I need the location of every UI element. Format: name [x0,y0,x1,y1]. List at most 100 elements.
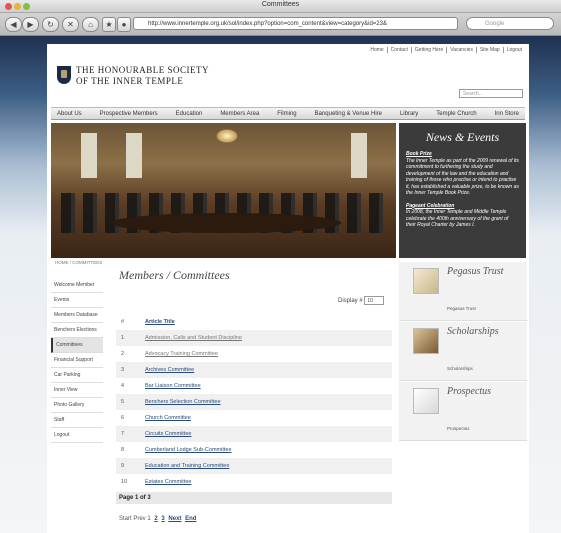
pegasus-trust-thumbnail [413,268,439,294]
nav-inn-store[interactable]: Inn Store [495,108,519,119]
top-link-contact[interactable]: Contact [386,47,411,53]
row-title-link[interactable]: Education and Training Committee [145,463,229,469]
sidebar-item-logout[interactable]: Logout [51,428,103,443]
table-row: 8 Cumberland Lodge Sub-Committee [116,442,392,458]
breadcrumb[interactable]: HOME / COMMITTEES [55,260,102,265]
display-label: Display # [338,298,363,305]
pager-start: Start [119,516,132,522]
address-bar[interactable]: http://www.innertemple.org.uk/sol/index.… [133,17,458,30]
row-number: 1 [121,335,125,341]
nav-education[interactable]: Education [176,108,203,119]
top-link-site-map[interactable]: Site Map [475,47,503,53]
top-links: Home Contact Getting Here Vacancies Site Map… [367,47,525,53]
sidebar-item-photo-gallery[interactable]: Photo Gallery [51,398,103,413]
back-button[interactable]: ◀ [5,17,22,32]
sidebar-item-inner-view[interactable]: Inner View [51,383,103,398]
window-title: Committees [261,1,300,8]
hero-window [81,133,97,178]
browser-toolbar: ◀ ▶ ↻ ✕ ⌂ ★ ● http://www.innertemple.org… [0,13,561,36]
sidebar-item-staff[interactable]: Staff [51,413,103,428]
row-number: 3 [121,367,125,373]
row-number: 4 [121,383,125,389]
promo-title: Prospectus [447,386,492,397]
promo-prospectus[interactable]: Prospectus Prospectus [399,382,527,441]
hero-window [126,133,142,178]
promo-caption: Scholarships [447,366,473,371]
scholarships-thumbnail [413,328,439,354]
promo-caption: Prospectus [447,426,470,431]
row-title-link[interactable]: Estates Committee [145,479,191,485]
bookmark-icon[interactable]: ★ [102,17,116,32]
sidebar-item-events[interactable]: Events [51,293,103,308]
sidebar-item-committees[interactable]: Committees [51,338,103,353]
table-row: 10 Estates Committee [116,474,392,490]
window-titlebar: Committees [0,0,561,13]
row-title-link[interactable]: Advocacy Training Committee [145,351,218,357]
table-row: 6 Church Committee [116,410,392,426]
row-title-link[interactable]: Cumberland Lodge Sub-Committee [145,447,232,453]
table-row: 7 Circuits Committee [116,426,392,442]
forward-button[interactable]: ▶ [22,17,39,32]
hero-chandelier [216,129,238,143]
prospectus-thumbnail [413,388,439,414]
sidebar-item-car-parking[interactable]: Car Parking [51,368,103,383]
browser-search-field[interactable]: Google [466,17,554,30]
table-row: 5 Benchers Selection Committee [116,394,392,410]
reload-button[interactable]: ↻ [42,17,59,32]
table-row: 9 Education and Training Committee [116,458,392,474]
sidebar-item-benchers-elections[interactable]: Benchers Elections [51,323,103,338]
display-count-select[interactable]: 10 [364,296,385,305]
main-nav: About Us Prospective Members Education M… [51,107,525,120]
row-title-link[interactable]: Benchers Selection Committee [145,399,221,405]
pager-end[interactable]: End [185,516,196,522]
pager-page-2[interactable]: 2 [154,516,157,522]
display-count-control: Display # 10 [338,296,385,305]
table-header: # Article Title [116,314,392,330]
row-number: 8 [121,447,125,453]
nav-temple-church[interactable]: Temple Church [436,108,476,119]
rss-icon[interactable]: ● [117,17,131,32]
row-title-link[interactable]: Archives Committee [145,367,194,373]
table-row: 3 Archives Committee [116,362,392,378]
sidebar-item-welcome-member[interactable]: Welcome Member [51,278,103,293]
row-title-link[interactable]: Bar Liaison Committee [145,383,201,389]
news-events-title: News & Events [425,130,500,144]
top-link-logout[interactable]: Logout [502,47,525,53]
sidebar-item-financial-support[interactable]: Financial Support [51,353,103,368]
pegasus-crest-logo[interactable] [57,66,71,84]
stop-button[interactable]: ✕ [62,17,79,32]
nav-library[interactable]: Library [400,108,418,119]
news-events-panel: News & Events Book Prize The Inner Templ… [399,123,526,258]
top-link-getting-here[interactable]: Getting Here [410,47,447,53]
column-header-number: # [121,319,125,325]
home-button[interactable]: ⌂ [82,17,99,32]
page-counter: Page 1 of 3 [116,492,392,504]
promo-title: Pegasus Trust [447,266,504,277]
promo-scholarships[interactable]: Scholarships Scholarships [399,322,527,381]
nav-banqueting[interactable]: Banqueting & Venue Hire [315,108,382,119]
row-number: 9 [121,463,125,469]
site-name-line1: THE HONOURABLE SOCIETY [76,65,209,75]
site-name-line2: OF THE INNER TEMPLE [76,76,184,86]
row-number: 10 [121,479,128,485]
news-item-text: In 2008, the Inner Temple and Middle Tem… [406,209,509,228]
members-sidebar: Welcome Member Events Members Database B… [51,278,103,443]
row-number: 5 [121,399,125,405]
top-link-vacancies[interactable]: Vacancies [446,47,476,53]
row-title-link[interactable]: Church Committee [145,415,191,421]
top-link-home[interactable]: Home [367,47,386,53]
nav-filming[interactable]: Filming [277,108,296,119]
promo-title: Scholarships [447,326,499,337]
site-name[interactable]: THE HONOURABLE SOCIETY OF THE INNER TEMP… [76,65,209,87]
row-title-link[interactable]: Circuits Committee [145,431,191,437]
row-title-link[interactable]: Admission, Calls and Student Discipline [145,335,242,341]
nav-members-area[interactable]: Members Area [220,108,259,119]
nav-prospective-members[interactable]: Prospective Members [100,108,158,119]
promo-pegasus-trust[interactable]: Pegasus Trust Pegasus Trust [399,262,527,321]
nav-about-us[interactable]: About Us [57,108,82,119]
pager-page-3[interactable]: 3 [161,516,164,522]
sidebar-item-members-database[interactable]: Members Database [51,308,103,323]
site-search-input[interactable]: Search... [459,89,523,98]
pager-next[interactable]: Next [168,516,181,522]
column-header-article-title[interactable]: Article Title [145,319,175,325]
